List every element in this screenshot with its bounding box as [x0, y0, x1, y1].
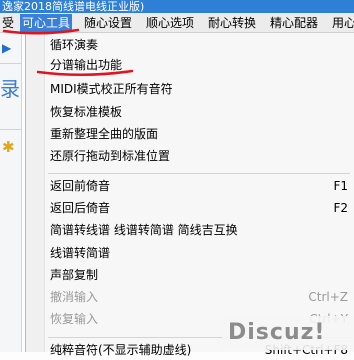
menu-item-label: 返回后倚音 — [50, 201, 111, 215]
menu-item-shortcut: Ctrl+Z — [308, 290, 348, 304]
toolbar-divider — [0, 129, 21, 130]
left-toolbar: ▶ 录 ✱ — [0, 33, 22, 352]
menu-icon-gutter — [26, 33, 45, 352]
menu-item-partial[interactable]: 受 — [2, 14, 14, 32]
menu-separator — [48, 173, 350, 174]
menu-item-label: 简谱转线谱 线谱转简谱 简线吉互换 — [50, 223, 238, 237]
menu-item-relayout[interactable]: 重新整理全曲的版面 — [50, 124, 354, 144]
menu-item-label: 撤消输入 — [50, 290, 99, 304]
menu-item-label: 返回前倚音 — [50, 179, 111, 193]
menu-item-shortcut: F1 — [333, 179, 348, 193]
menu-bar: 受 可心工具 随心设置 顺心选项 耐心转换 精心配器 用心 — [0, 13, 354, 33]
tools-dropdown-menu: 循环演奏 分谱输出功能 MIDI模式校正所有音符 恢复标准模板 重新整理全曲的版… — [25, 33, 354, 357]
menu-item-notation-convert[interactable]: 简谱转线谱 线谱转简谱 简线吉互换 — [50, 220, 354, 240]
menu-item-more[interactable]: 用心 — [332, 14, 354, 32]
menu-item-staff-to-numbered[interactable]: 线谱转简谱 — [50, 243, 354, 263]
menu-item-label: 循环演奏 — [50, 38, 99, 52]
menu-item-instruments[interactable]: 精心配器 — [270, 14, 318, 32]
menu-item-label: 分谱输出功能 — [50, 58, 123, 72]
watermark: Discuz! — [222, 316, 354, 350]
menu-item-midi-correct[interactable]: MIDI模式校正所有音符 — [50, 79, 354, 99]
window-title: 逸家2018简线谱电线正业版) — [0, 0, 354, 13]
menu-item-next-grace[interactable]: 返回后倚音 F2 — [50, 198, 354, 218]
menu-item-label: 线谱转简谱 — [50, 246, 111, 260]
menu-item-label: 还原行拖动到标准位置 — [50, 149, 171, 163]
menu-item-prev-grace[interactable]: 返回前倚音 F1 — [50, 176, 354, 196]
menu-item-part-output[interactable]: 分谱输出功能 — [50, 55, 354, 75]
orange-gear-icon[interactable]: ✱ — [2, 139, 18, 155]
menu-item-tools[interactable]: 可心工具 — [20, 14, 73, 32]
play-icon[interactable]: ▶ — [2, 41, 16, 55]
menu-item-shortcut: F2 — [333, 201, 348, 215]
menu-item-voice-copy[interactable]: 声部复制 — [50, 265, 354, 285]
menu-item-label: 重新整理全曲的版面 — [50, 127, 159, 141]
menu-item-label: 声部复制 — [50, 268, 99, 282]
partial-blue-glyph-icon: 录 — [0, 77, 20, 101]
menu-item-loop-play[interactable]: 循环演奏 — [50, 35, 354, 55]
menu-item-restore-line-position[interactable]: 还原行拖动到标准位置 — [50, 146, 354, 166]
menu-item-label: 恢复标准模板 — [50, 105, 123, 119]
menu-item-settings[interactable]: 随心设置 — [84, 14, 132, 32]
menu-item-convert[interactable]: 耐心转换 — [208, 14, 256, 32]
menu-item-label: MIDI模式校正所有音符 — [50, 82, 173, 96]
menu-item-options[interactable]: 顺心选项 — [146, 14, 194, 32]
menu-item-label: 纯粹音符(不显示辅助虚线) — [50, 343, 192, 357]
menu-item-label: 恢复输入 — [50, 312, 99, 326]
menu-item-restore-template[interactable]: 恢复标准模板 — [50, 102, 354, 122]
menu-item-undo[interactable]: 撤消输入 Ctrl+Z — [50, 287, 354, 307]
toolbar-divider — [0, 63, 21, 64]
